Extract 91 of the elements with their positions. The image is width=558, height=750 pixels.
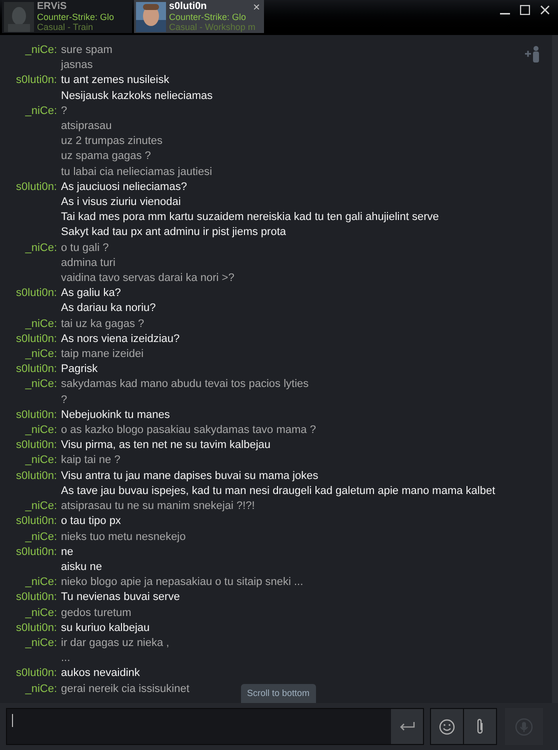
sender-name: _niCe: (24, 347, 57, 362)
chat-message: o as kazko blogo pasakiau sakydamas tavo mama ? (61, 423, 316, 438)
sender-name: _niCe: (24, 606, 57, 621)
game-status: Casual - Train (37, 22, 94, 32)
chat-message: Nesijausk kazkoks nelieciamas (61, 88, 213, 104)
chat-message: Pagrisk (61, 362, 98, 378)
chat-message: kaip tai ne ? (61, 453, 120, 468)
chat-message: ? (61, 392, 68, 408)
chat-message: Sakyt kad tau px ant adminu ir pist jiems prota (61, 225, 287, 240)
message-input-field[interactable] (6, 708, 424, 745)
chat-message: nieko blogo apie ja nepasakiau o tu sitaip sneki ... (61, 575, 304, 590)
chat-message: taip mane izeidei (61, 347, 144, 362)
close-icon[interactable] (540, 5, 550, 15)
chat-message: Nebejuokink tu manes (61, 408, 170, 423)
sender-name: s0luti0n: (15, 666, 57, 682)
chat-message: aukos nevaidink (61, 666, 140, 682)
enter-icon (399, 722, 415, 732)
sender-name: s0luti0n: (15, 180, 57, 195)
sender-name: s0luti0n: (15, 590, 57, 606)
chat-message: Visu antra tu jau mane dapises buvai su mama jokes (61, 468, 320, 484)
chat-message: jasnas (61, 58, 94, 74)
chat-message: su kuriuo kalbejau (61, 620, 150, 636)
chat-message: As nors viena izeidziau? (61, 332, 180, 347)
chat-message: Tu nevienas buvai serve (61, 590, 180, 606)
chat-message: sure spam (61, 43, 112, 58)
add-friend-icon[interactable] (524, 45, 542, 63)
sender-name: s0luti0n: (15, 438, 57, 454)
attach-button[interactable] (464, 709, 496, 744)
game-name: Counter-Strike: Glo (37, 12, 114, 22)
sender-name: _niCe: (24, 104, 57, 119)
sender-name: _niCe: (24, 453, 57, 468)
chat-message: vaidina tavo servas darai ka nori >? (61, 271, 234, 286)
game-status: Casual - Workshop m (169, 22, 256, 32)
sender-name: s0luti0n: (15, 514, 57, 530)
chat-message: Visu pirma, as ten net ne su tavim kalbejau (61, 438, 271, 454)
chat-message: gedos turetum (61, 606, 132, 621)
chat-message: As jauciuosi nelieciamas? (61, 180, 188, 195)
maximize-icon[interactable] (520, 5, 530, 15)
chat-message: As tave jau buvau ispejes, kad tu man nesi draugeli kad galetum apie mano mama kalbet (61, 484, 496, 499)
chat-message: tai uz ka gagas ? (61, 316, 144, 332)
smiley-icon (439, 718, 455, 734)
friend-name: ERViS (37, 2, 67, 12)
chat-message: nieks tuo metu nesnekejo (61, 530, 186, 544)
chat-message: ? (61, 104, 68, 119)
scroll-to-bottom-button[interactable]: Scroll to bottom (241, 684, 316, 703)
chat-message: ... (61, 651, 72, 666)
send-button[interactable] (391, 709, 423, 744)
chat-message: As i visus ziuriu vienodai (61, 195, 182, 210)
chat-message: uz 2 trumpas zinutes (61, 134, 164, 150)
chat-message: tu ant zemes nusileisk (61, 73, 170, 88)
sender-name: _niCe: (24, 423, 57, 438)
sender-name: s0luti0n: (15, 468, 57, 484)
sender-name: _niCe: (24, 575, 57, 590)
chat-message: o tau tipo px (61, 514, 121, 530)
chat-message: uz spama gagas ? (61, 149, 152, 164)
chat-message: admina turi (61, 256, 116, 271)
sender-name: s0luti0n: (15, 73, 57, 88)
chat-message: atsiprasau tu ne su manim snekejai ?!?! (61, 499, 255, 514)
sender-name: s0luti0n: (15, 286, 57, 302)
chat-tab[interactable]: ERViS Counter-Strike: Glo Casual - Train (2, 0, 132, 33)
chat-message: atsiprasau (61, 119, 113, 134)
sender-name: _niCe: (24, 43, 57, 58)
close-tab-button[interactable]: × (252, 1, 260, 13)
game-name: Counter-Strike: Glo (169, 12, 248, 22)
sender-name: _niCe: (24, 316, 57, 332)
sender-name: _niCe: (24, 682, 57, 697)
sender-name: s0luti0n: (15, 408, 57, 423)
sender-name: _niCe: (24, 530, 57, 544)
chat-message: o tu gali ? (61, 240, 110, 256)
emoji-button[interactable] (431, 709, 463, 744)
sender-name: s0luti0n: (15, 362, 57, 378)
sender-name: _niCe: (24, 499, 57, 514)
sender-name: _niCe: (24, 636, 57, 651)
chat-message: As dariau ka noriu? (61, 301, 156, 316)
chat-message: As galiu ka? (61, 286, 122, 302)
sender-name: s0luti0n: (15, 620, 57, 636)
chat-message: aisku ne (61, 560, 102, 575)
chat-message: ir dar gagas uz nieka , (61, 636, 170, 651)
chat-message: tu labai cia nelieciamas jautiesi (61, 164, 212, 180)
chat-tab[interactable]: s0luti0n Counter-Strike: Glo Casual - Workshop m × (134, 0, 264, 33)
friend-name: s0luti0n (169, 2, 207, 12)
chat-message: ne (61, 544, 74, 560)
sender-name: s0luti0n: (15, 544, 57, 560)
microphone-icon (515, 718, 533, 736)
paperclip-icon (475, 718, 485, 736)
sender-name: _niCe: (24, 377, 57, 392)
sender-name: _niCe: (24, 240, 57, 256)
chat-message: gerai nereik cia issisukinet (61, 682, 190, 697)
chat-message: Tai kad mes pora mm kartu suzaidem nereiskia kad tu ten gali ahujielint serve (61, 210, 439, 226)
sender-name: s0luti0n: (15, 332, 57, 347)
chat-message: sakydamas kad mano abudu tevai tos pacios lyties (61, 377, 309, 392)
